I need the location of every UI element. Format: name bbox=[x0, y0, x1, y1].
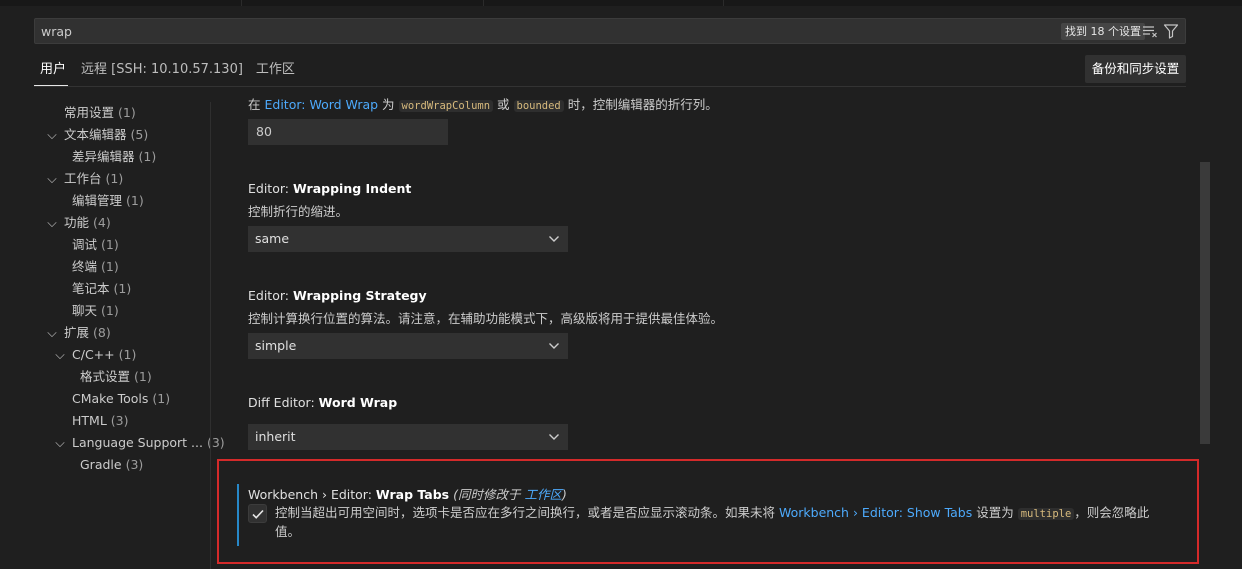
backup-sync-button[interactable]: 备份和同步设置 bbox=[1085, 55, 1186, 83]
settings-search-box[interactable]: 找到 18 个设置 bbox=[34, 18, 1186, 44]
toc-item-chat[interactable]: 聊天 (1) bbox=[40, 300, 212, 322]
toc-item-notebook[interactable]: 笔记本 (1) bbox=[40, 278, 212, 300]
setting-title: Workbench › Editor: Wrap Tabs (同时修改于 工作区… bbox=[248, 487, 567, 502]
setting-wrapping-strategy: Editor: Wrapping Strategy 控制计算换行位置的算法。请注… bbox=[248, 288, 723, 359]
tab-user[interactable]: 用户 bbox=[34, 56, 69, 86]
toc-item-html[interactable]: HTML (3) bbox=[40, 410, 212, 432]
check-icon bbox=[252, 509, 264, 519]
chevron-down-icon: ⌵ bbox=[47, 215, 57, 230]
setting-wrap-tabs: Workbench › Editor: Wrap Tabs (同时修改于 工作区… bbox=[237, 484, 1177, 546]
chevron-down-icon: ⌵ bbox=[55, 347, 65, 362]
setting-diff-word-wrap: Diff Editor: Word Wrap inherit bbox=[248, 395, 568, 450]
toc-item-debug[interactable]: 调试 (1) bbox=[40, 234, 212, 256]
wrap-tabs-checkbox[interactable] bbox=[248, 504, 267, 523]
setting-title: Editor: Wrapping Indent bbox=[248, 181, 412, 196]
word-wrap-column-input[interactable]: 80 bbox=[248, 119, 448, 145]
chevron-down-icon bbox=[549, 434, 559, 440]
toc-item-cpp[interactable]: ⌵ C/C++ (1) bbox=[40, 344, 212, 366]
tabs-divider bbox=[34, 86, 1186, 87]
modified-elsewhere-note: (同时修改于 工作区) bbox=[453, 487, 567, 502]
tab-remote[interactable]: 远程 [SSH: 10.10.57.130] bbox=[81, 56, 243, 86]
code-snippet: wordWrapColumn bbox=[398, 100, 494, 112]
toc-item-gradle[interactable]: Gradle (3) bbox=[40, 454, 212, 476]
toc-item-formatting[interactable]: 格式设置 (1) bbox=[40, 366, 212, 388]
filter-icon[interactable] bbox=[1163, 23, 1179, 39]
settings-scope-tabs: 用户 远程 [SSH: 10.10.57.130] 工作区 bbox=[34, 56, 308, 86]
chevron-down-icon: ⌵ bbox=[47, 325, 57, 340]
wrapping-strategy-select[interactable]: simple bbox=[248, 333, 568, 359]
settings-toc: 常用设置 (1) ⌵ 文本编辑器 (5) 差异编辑器 (1) ⌵ 工作台 (1) 编… bbox=[40, 102, 224, 476]
search-result-count: 找到 18 个设置 bbox=[1061, 23, 1145, 40]
toc-item-common[interactable]: 常用设置 (1) bbox=[40, 102, 212, 124]
setting-description: 控制当超出可用空间时，选项卡是否应在多行之间换行，或者是否应显示滚动条。如果未将… bbox=[275, 505, 1150, 539]
code-snippet: bounded bbox=[513, 100, 564, 112]
show-tabs-link[interactable]: Workbench › Editor: Show Tabs bbox=[779, 505, 972, 520]
tab-workspace[interactable]: 工作区 bbox=[256, 56, 295, 86]
setting-description: 控制折行的缩进。 bbox=[248, 204, 349, 219]
setting-link[interactable]: Editor: Word Wrap bbox=[264, 97, 378, 112]
chevron-down-icon: ⌵ bbox=[47, 127, 57, 142]
toc-item-cmake[interactable]: CMake Tools (1) bbox=[40, 388, 212, 410]
diff-word-wrap-select[interactable]: inherit bbox=[248, 424, 568, 450]
clear-filters-icon[interactable] bbox=[1142, 23, 1158, 39]
workspace-link[interactable]: 工作区 bbox=[524, 487, 562, 502]
toc-item-extensions[interactable]: ⌵ 扩展 (8) bbox=[40, 322, 212, 344]
chevron-down-icon: ⌵ bbox=[47, 171, 57, 186]
toc-item-diff-editor[interactable]: 差异编辑器 (1) bbox=[40, 146, 212, 168]
settings-scrollbar[interactable] bbox=[1200, 162, 1210, 444]
settings-search-input[interactable] bbox=[41, 22, 941, 40]
editor-tabs-strip bbox=[0, 0, 1242, 6]
chevron-down-icon: ⌵ bbox=[55, 435, 65, 450]
toc-item-features[interactable]: ⌵ 功能 (4) bbox=[40, 212, 212, 234]
setting-word-wrap-column: 在 Editor: Word Wrap 为 wordWrapColumn 或 b… bbox=[248, 96, 718, 145]
toc-item-editor-management[interactable]: 编辑管理 (1) bbox=[40, 190, 212, 212]
toc-item-text-editor[interactable]: ⌵ 文本编辑器 (5) bbox=[40, 124, 212, 146]
code-snippet: multiple bbox=[1017, 508, 1075, 520]
wrapping-indent-select[interactable]: same bbox=[248, 226, 568, 252]
toc-item-language-support[interactable]: ⌵ Language Support ... (3) bbox=[40, 432, 224, 454]
setting-title: Editor: Wrapping Strategy bbox=[248, 288, 427, 303]
chevron-down-icon bbox=[549, 236, 559, 242]
setting-wrapping-indent: Editor: Wrapping Indent 控制折行的缩进。 same bbox=[248, 181, 568, 252]
setting-title: Diff Editor: Word Wrap bbox=[248, 395, 398, 410]
toc-item-terminal[interactable]: 终端 (1) bbox=[40, 256, 212, 278]
setting-description: 在 Editor: Word Wrap 为 wordWrapColumn 或 b… bbox=[248, 97, 718, 112]
toc-item-workbench[interactable]: ⌵ 工作台 (1) bbox=[40, 168, 212, 190]
chevron-down-icon bbox=[549, 343, 559, 349]
setting-description: 控制计算换行位置的算法。请注意，在辅助功能模式下，高级版将用于提供最佳体验。 bbox=[248, 311, 724, 326]
